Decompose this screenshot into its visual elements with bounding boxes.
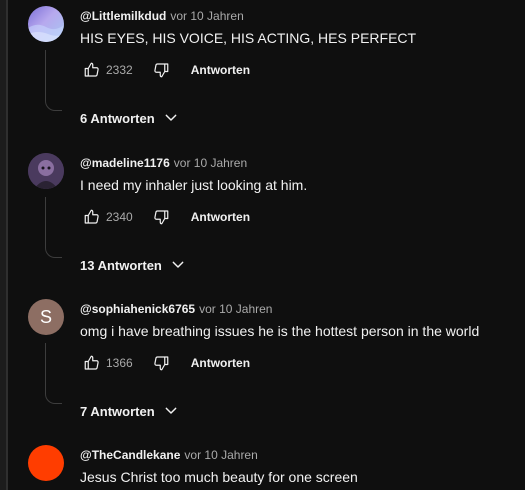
- like-button[interactable]: [80, 58, 104, 82]
- avatar-initial: S: [39, 306, 52, 327]
- chevron-down-icon: [170, 257, 186, 273]
- like-button[interactable]: [80, 205, 104, 229]
- avatar[interactable]: [28, 6, 64, 42]
- comment-text: Jesus Christ too much beauty for one scr…: [80, 469, 358, 485]
- comment-time[interactable]: vor 10 Jahren: [184, 448, 257, 462]
- comment-time[interactable]: vor 10 Jahren: [170, 9, 243, 23]
- comment-author[interactable]: @madeline1176: [80, 156, 170, 170]
- thread-connector: [45, 197, 62, 258]
- chevron-down-icon: [163, 110, 179, 126]
- chevron-down-icon: [163, 403, 179, 419]
- reply-button[interactable]: Antworten: [191, 63, 250, 77]
- comment-actions: 1366 Antworten: [80, 351, 250, 375]
- like-count: 1366: [106, 356, 133, 370]
- avatar-image-icon: [28, 153, 64, 189]
- thumb-up-icon: [84, 355, 99, 370]
- comment-text: HIS EYES, HIS VOICE, HIS ACTING, HES PER…: [80, 30, 417, 46]
- dislike-button[interactable]: [149, 205, 173, 229]
- view-replies-button[interactable]: 6 Antworten: [80, 106, 179, 130]
- thumb-up-icon: [84, 62, 99, 77]
- comment-body: @Littlemilkdud vor 10 Jahren HIS EYES, HI…: [80, 6, 517, 126]
- avatar-image-icon: [28, 24, 64, 42]
- replies-count-label: 6 Antworten: [80, 110, 155, 126]
- comment-author[interactable]: @sophiahenick6765: [80, 302, 195, 316]
- comment-body: @sophiahenick6765 vor 10 Jahren omg i hav…: [80, 299, 517, 419]
- comment-time[interactable]: vor 10 Jahren: [199, 302, 272, 316]
- comment-meta: @TheCandlekane vor 10 Jahren: [80, 445, 517, 465]
- view-replies-button[interactable]: 7 Antworten: [80, 399, 179, 423]
- comment-text: I need my inhaler just looking at him.: [80, 177, 308, 193]
- thumb-down-icon: [154, 356, 169, 371]
- thumb-down-icon: [154, 210, 169, 225]
- comment-author[interactable]: @Littlemilkdud: [80, 9, 166, 23]
- reply-button[interactable]: Antworten: [191, 210, 250, 224]
- reply-button[interactable]: Antworten: [191, 356, 250, 370]
- like-button[interactable]: [80, 351, 104, 375]
- thumb-up-icon: [84, 209, 99, 224]
- comment-body: @TheCandlekane vor 10 Jahren Jesus Christ…: [80, 445, 517, 487]
- dislike-button[interactable]: [149, 58, 173, 82]
- avatar[interactable]: S: [28, 299, 64, 335]
- replies-count-label: 7 Antworten: [80, 403, 155, 419]
- thread-connector: [45, 50, 62, 111]
- thread-connector: [45, 343, 62, 404]
- comment-actions: 2332 Antworten: [80, 58, 250, 82]
- comment-text: omg i have breathing issues he is the ho…: [80, 323, 480, 339]
- comment-actions: 2340 Antworten: [80, 205, 250, 229]
- avatar[interactable]: [28, 153, 64, 189]
- left-rail-divider: [6, 0, 8, 490]
- comment-meta: @Littlemilkdud vor 10 Jahren: [80, 6, 517, 26]
- dislike-button[interactable]: [149, 351, 173, 375]
- avatar[interactable]: [28, 445, 64, 481]
- like-count: 2332: [106, 63, 133, 77]
- comment-meta: @madeline1176 vor 10 Jahren: [80, 153, 517, 173]
- like-count: 2340: [106, 210, 133, 224]
- comment-body: @madeline1176 vor 10 Jahren I need my inh…: [80, 153, 517, 273]
- comment-author[interactable]: @TheCandlekane: [80, 448, 180, 462]
- thumb-down-icon: [154, 63, 169, 78]
- view-replies-button[interactable]: 13 Antworten: [80, 253, 186, 277]
- replies-count-label: 13 Antworten: [80, 257, 162, 273]
- comment-meta: @sophiahenick6765 vor 10 Jahren: [80, 299, 517, 319]
- comment-time[interactable]: vor 10 Jahren: [174, 156, 247, 170]
